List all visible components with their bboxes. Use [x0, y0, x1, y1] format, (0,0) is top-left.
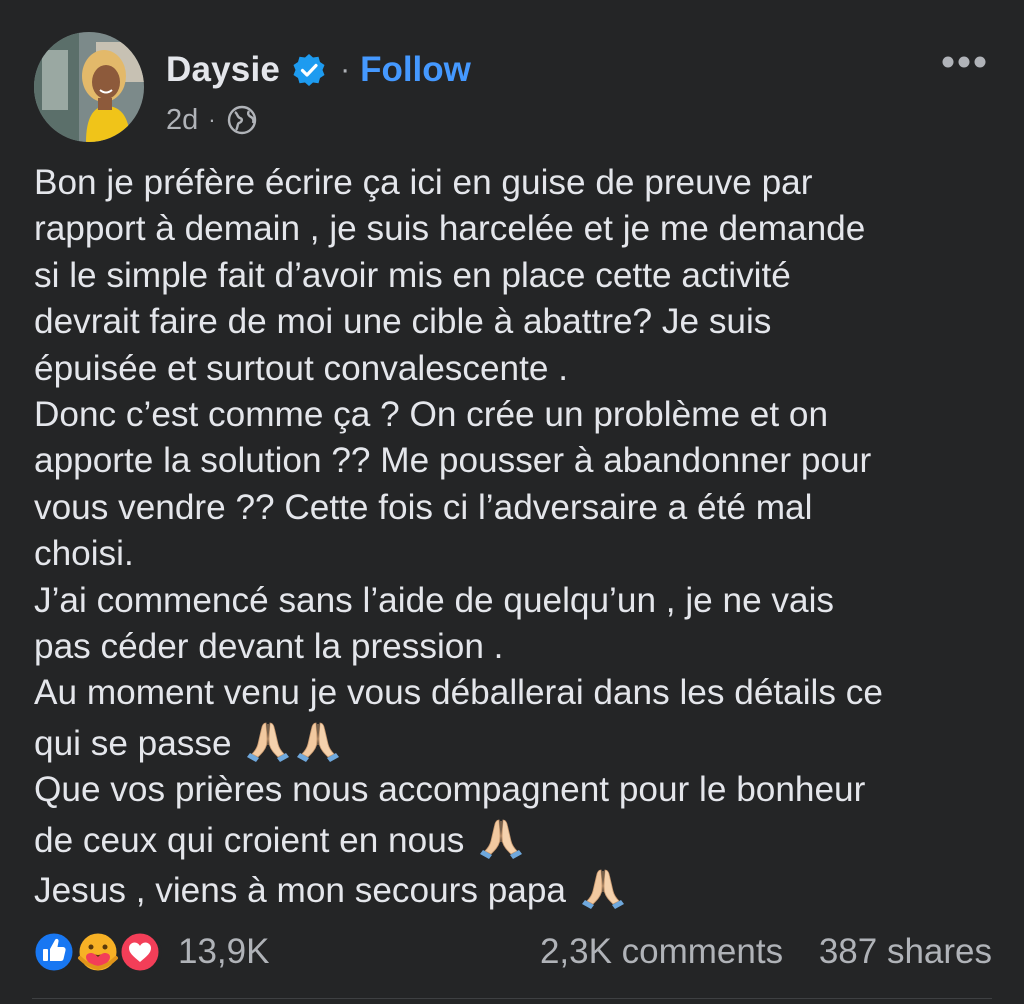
- verified-badge-icon: [292, 53, 326, 87]
- more-options-button[interactable]: [940, 50, 988, 74]
- post-meta: 2d ·: [166, 100, 258, 140]
- folded-hands-icon: [580, 864, 626, 910]
- post-header: Daysie · Follow 2d ·: [34, 32, 994, 144]
- post-line-with-emoji: qui se passe: [34, 717, 1004, 767]
- engagement-counts: 2,3K comments 387 shares: [540, 932, 992, 972]
- globe-icon[interactable]: [226, 104, 258, 136]
- folded-hands-icon: [295, 717, 341, 763]
- divider: [32, 998, 992, 999]
- post-line: épuisée et surtout convalescente .: [34, 348, 569, 388]
- folded-hands-icon: [478, 814, 524, 860]
- post-line: choisi.: [34, 534, 134, 574]
- comments-count[interactable]: 2,3K comments: [540, 932, 783, 971]
- author-row: Daysie · Follow: [166, 46, 471, 94]
- post-timestamp[interactable]: 2d: [166, 104, 198, 137]
- separator-dot: ·: [340, 53, 351, 86]
- post-line-text: Jesus , viens à mon secours papa: [34, 871, 567, 911]
- post-line: apporte la solution ?? Me pousser à aban…: [34, 441, 872, 481]
- post-line: pas céder devant la pression .: [34, 627, 504, 667]
- post-line-text: qui se passe: [34, 723, 232, 763]
- post-line-with-emoji: de ceux qui croient en nous: [34, 814, 1004, 864]
- post-line: Que vos prières nous accompagnent pour l…: [34, 770, 866, 810]
- post-line-text: de ceux qui croient en nous: [34, 820, 465, 860]
- love-icon: [118, 930, 162, 974]
- post-line: Donc c’est comme ça ? On crée un problèm…: [34, 395, 829, 435]
- care-icon: [76, 930, 120, 974]
- post-stats-bar: 13,9K 2,3K comments 387 shares: [32, 924, 992, 982]
- reaction-count[interactable]: 13,9K: [178, 932, 269, 972]
- folded-hands-icon: [245, 717, 291, 763]
- shares-count[interactable]: 387 shares: [819, 932, 992, 971]
- author-avatar[interactable]: [34, 32, 144, 142]
- author-name[interactable]: Daysie: [166, 50, 280, 90]
- post-line: Bon je préfère écrire ça ici en guise de…: [34, 163, 813, 202]
- more-horizontal-icon: [942, 56, 986, 68]
- post-line: si le simple fait d’avoir mis en place c…: [34, 255, 791, 295]
- like-icon: [32, 930, 76, 974]
- post-line-with-emoji: Jesus , viens à mon secours papa: [34, 864, 1004, 914]
- post-line: devrait faire de moi une cible à abattre…: [34, 302, 772, 342]
- post-line: vous vendre ?? Cette fois ci l’adversair…: [34, 487, 813, 527]
- post-line: J’ai commencé sans l’aide de quelqu’un ,…: [34, 580, 835, 620]
- profile-photo: [34, 32, 144, 142]
- reaction-icons[interactable]: [32, 928, 164, 976]
- post-line: Au moment venu je vous déballerai dans l…: [34, 673, 883, 713]
- post-body: Bon je préfère écrire ça ici en guise de…: [34, 160, 1004, 915]
- post-line: rapport à demain , je suis harcelée et j…: [34, 209, 866, 249]
- follow-button[interactable]: Follow: [360, 50, 471, 90]
- meta-separator-dot: ·: [208, 107, 216, 132]
